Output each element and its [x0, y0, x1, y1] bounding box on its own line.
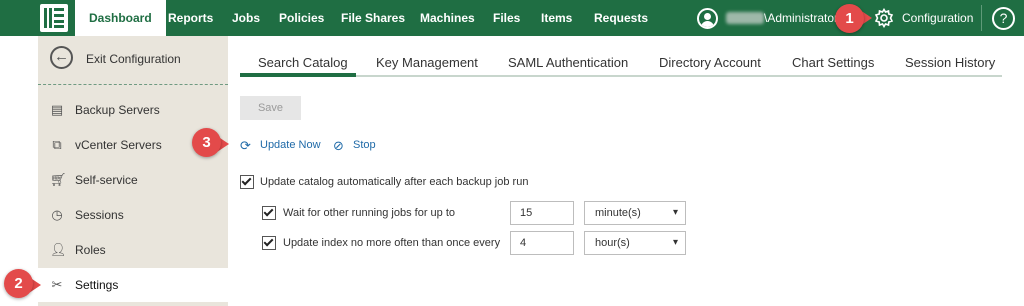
refresh-icon: ⟳	[240, 138, 251, 153]
sidebar-item-label: Backup Servers	[75, 103, 160, 117]
nav-files[interactable]: Files	[493, 0, 520, 36]
sidebar-item-self-service[interactable]: 🛒︎ Self-service	[38, 163, 228, 197]
config-sidebar: ← Exit Configuration ▤ Backup Servers ⧉ …	[38, 36, 230, 306]
gear-icon[interactable]	[874, 8, 894, 28]
wait-unit-select[interactable]: minute(s) ▾	[584, 201, 686, 225]
user-icon: 👤︎	[50, 242, 67, 257]
index-unit-value: hour(s)	[595, 237, 630, 249]
wait-jobs-label: Wait for other running jobs for up to	[283, 207, 456, 219]
nav-dashboard[interactable]: Dashboard	[75, 0, 166, 36]
sidebar-item-label: Self-service	[75, 173, 138, 187]
username-label[interactable]: \Administrator	[764, 0, 838, 36]
stop-icon: ⊘	[333, 138, 344, 153]
blurred-domain	[726, 12, 764, 24]
update-now-label: Update Now	[260, 139, 321, 151]
nav-policies[interactable]: Policies	[279, 0, 324, 36]
nav-machines[interactable]: Machines	[420, 0, 475, 36]
wait-jobs-checkbox[interactable]	[262, 206, 276, 220]
sidebar-item-label: vCenter Servers	[75, 138, 162, 152]
chevron-down-icon: ▾	[672, 237, 678, 248]
sidebar-item-settings[interactable]: ✂ Settings	[38, 268, 230, 302]
auto-update-label: Update catalog automatically after each …	[260, 176, 529, 188]
sidebar-item-backup-servers[interactable]: ▤ Backup Servers	[38, 93, 228, 127]
user-icon[interactable]	[697, 8, 718, 29]
exit-configuration-label: Exit Configuration	[86, 52, 181, 66]
tab-key-management[interactable]: Key Management	[376, 55, 478, 70]
sidebar-item-roles[interactable]: 👤︎ Roles	[38, 233, 228, 267]
nav-file-shares[interactable]: File Shares	[341, 0, 405, 36]
nav-requests[interactable]: Requests	[594, 0, 648, 36]
stop-label: Stop	[353, 139, 376, 151]
tab-directory-account[interactable]: Directory Account	[659, 55, 761, 70]
step-3-badge: 3	[192, 128, 221, 157]
step-1-badge: 1	[835, 4, 864, 33]
clock-icon: ◷	[51, 207, 63, 222]
configuration-link[interactable]: Configuration	[902, 0, 973, 36]
sidebar-item-label: Roles	[75, 243, 106, 257]
tab-search-catalog[interactable]: Search Catalog	[258, 55, 348, 70]
server-icon: ▤	[50, 102, 64, 117]
index-frequency-label: Update index no more often than once eve…	[283, 237, 501, 249]
sidebar-divider	[38, 84, 228, 85]
index-unit-select[interactable]: hour(s) ▾	[584, 231, 686, 255]
wait-minutes-input[interactable]: 15	[510, 201, 574, 225]
index-frequency-checkbox[interactable]	[262, 236, 276, 250]
nav-items[interactable]: Items	[541, 0, 572, 36]
tab-saml-authentication[interactable]: SAML Authentication	[508, 55, 628, 70]
sidebar-item-label: Sessions	[75, 208, 124, 222]
vcenter-icon: ⧉	[52, 137, 62, 152]
active-tab-indicator	[240, 73, 356, 77]
help-icon[interactable]: ?	[992, 7, 1015, 30]
nav-jobs[interactable]: Jobs	[232, 0, 260, 36]
back-arrow-icon: ←	[50, 46, 73, 69]
auto-update-checkbox[interactable]	[240, 175, 254, 189]
nav-divider	[981, 5, 982, 31]
step-2-badge: 2	[4, 269, 33, 298]
exit-configuration-button[interactable]: ← Exit Configuration	[38, 42, 228, 76]
tab-chart-settings[interactable]: Chart Settings	[792, 55, 874, 70]
app-logo-icon[interactable]	[40, 4, 68, 32]
save-button[interactable]: Save	[240, 96, 301, 120]
tab-session-history[interactable]: Session History	[905, 55, 995, 70]
chevron-down-icon: ▾	[672, 207, 678, 218]
nav-reports[interactable]: Reports	[168, 0, 213, 36]
wait-unit-value: minute(s)	[595, 207, 641, 219]
cart-icon: 🛒︎	[50, 172, 67, 187]
index-hours-input[interactable]: 4	[510, 231, 574, 255]
sidebar-item-label: Settings	[75, 278, 119, 292]
sidebar-item-sessions[interactable]: ◷ Sessions	[38, 198, 228, 232]
tools-icon: ✂	[51, 277, 63, 292]
